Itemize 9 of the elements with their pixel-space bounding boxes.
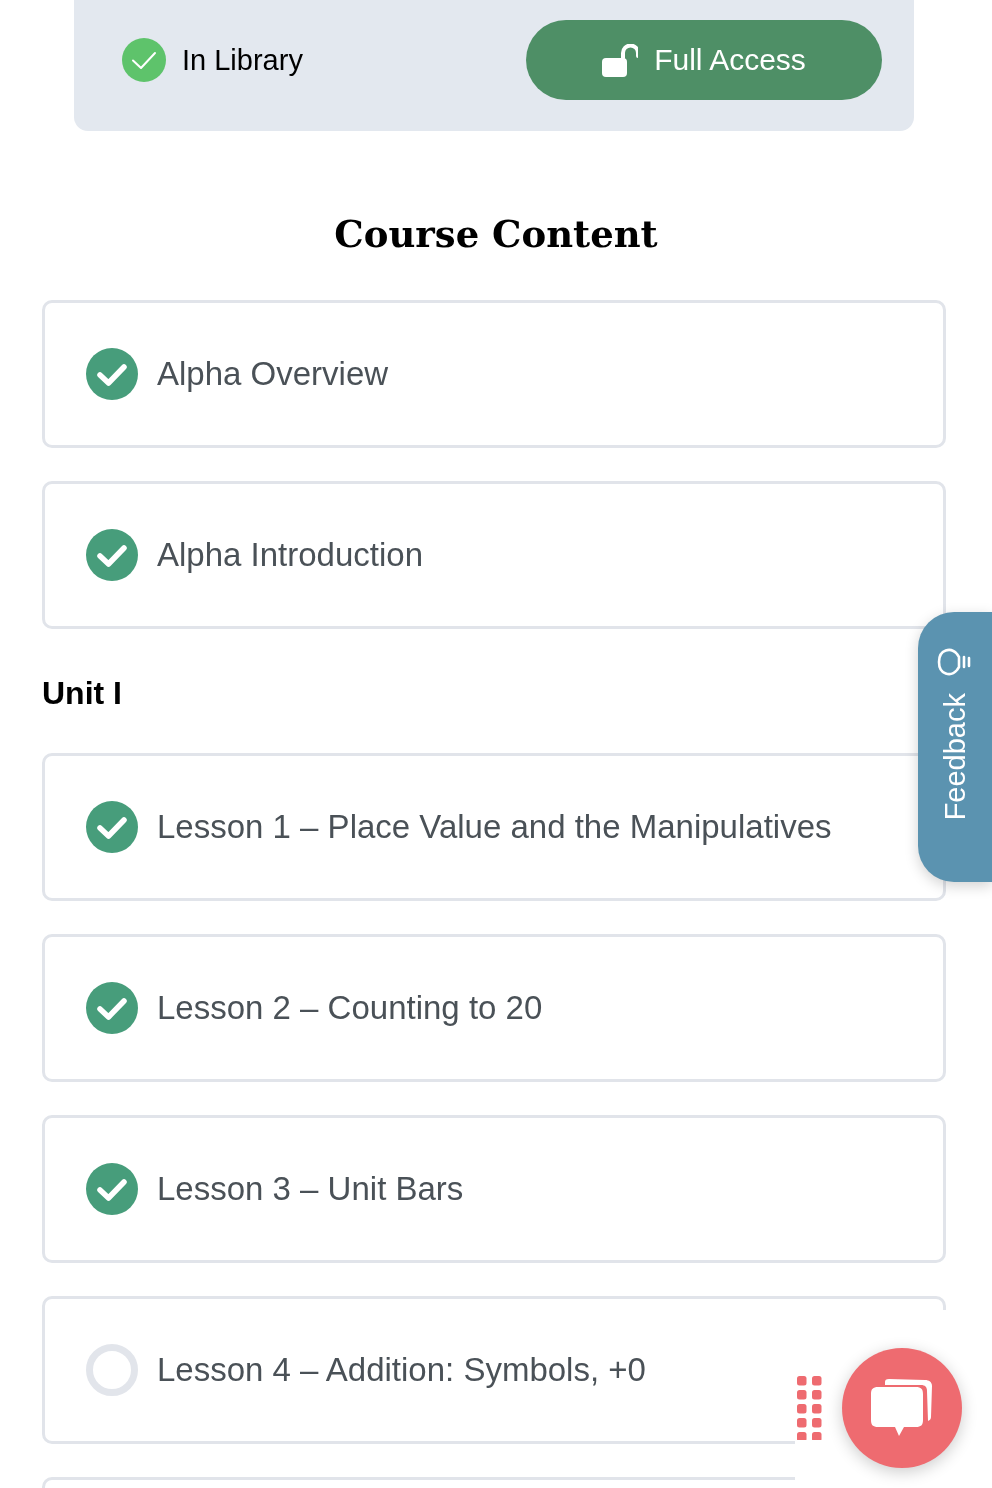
- lesson-title: Lesson 2 – Counting to 20: [157, 988, 543, 1028]
- lesson-title: Lesson 3 – Unit Bars: [157, 1169, 464, 1209]
- in-library-label: In Library: [182, 43, 303, 78]
- lesson-title: Lesson 4 – Addition: Symbols, +0: [157, 1350, 646, 1390]
- unit-heading: Unit I: [42, 674, 122, 713]
- lesson-title: Alpha Introduction: [157, 535, 423, 575]
- lesson-title: Lesson 1 – Place Value and the Manipulatives: [157, 807, 832, 847]
- section-title: Course Content: [334, 211, 658, 258]
- lesson-title: Alpha Overview: [157, 354, 389, 394]
